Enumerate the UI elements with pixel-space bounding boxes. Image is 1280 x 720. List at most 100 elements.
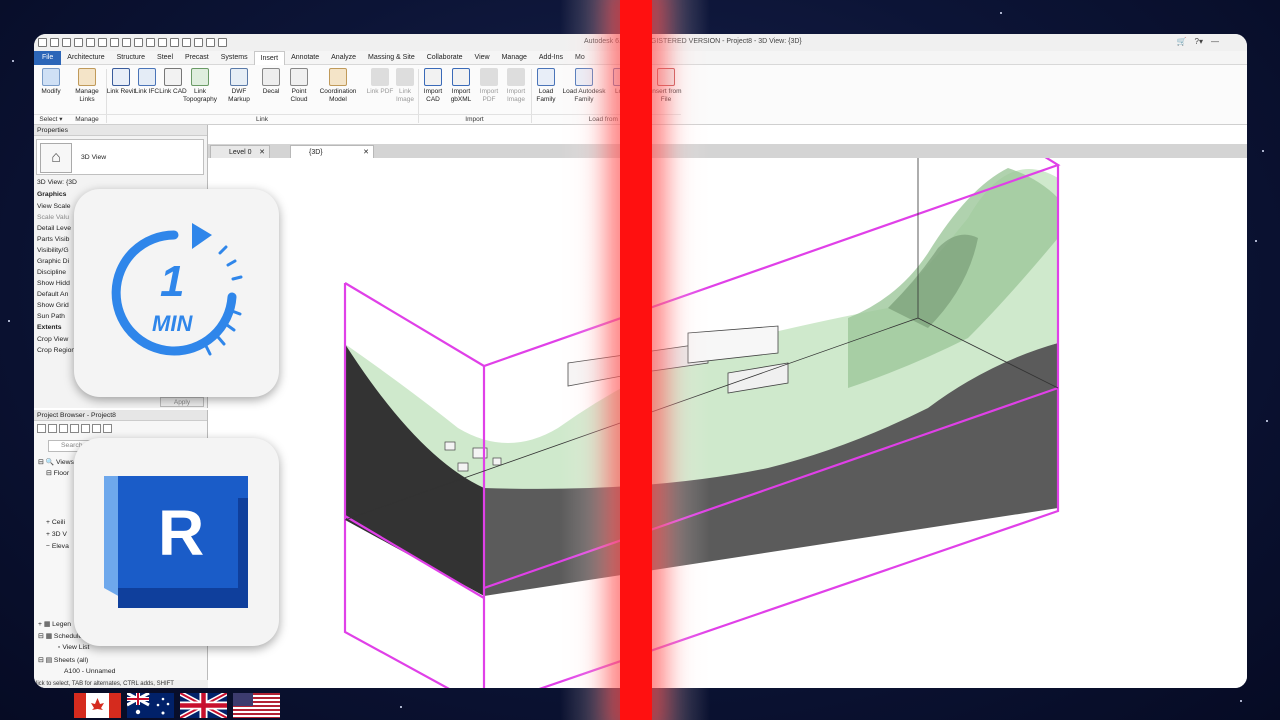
insert-file-icon bbox=[657, 68, 675, 86]
groups-icon[interactable] bbox=[92, 424, 101, 433]
decal-icon bbox=[262, 68, 280, 86]
tab-systems[interactable]: Systems bbox=[215, 51, 254, 65]
manage-links-button[interactable]: Manage Links bbox=[70, 68, 104, 104]
tab-insert[interactable]: Insert bbox=[253, 50, 286, 65]
links-icon[interactable] bbox=[103, 424, 112, 433]
star bbox=[1240, 700, 1242, 702]
import-cad-button[interactable]: Import CAD bbox=[418, 68, 448, 104]
point-cloud-button[interactable]: Point Cloud bbox=[284, 68, 314, 104]
link-image-button[interactable]: Link Image bbox=[390, 68, 420, 104]
prop-row[interactable]: Parts Visib bbox=[37, 236, 69, 243]
tab-massing-site[interactable]: Massing & Site bbox=[362, 51, 421, 65]
link-topography-label: Link Topography bbox=[183, 88, 217, 103]
print-icon[interactable] bbox=[110, 38, 119, 47]
coordination-model-button[interactable]: Coordination Model bbox=[316, 68, 360, 104]
type-selector[interactable]: ⌂ 3D View bbox=[36, 139, 204, 175]
tab-file[interactable]: File bbox=[34, 50, 62, 65]
prop-row[interactable]: Default An bbox=[37, 291, 68, 298]
section-icon[interactable] bbox=[182, 38, 191, 47]
apply-button[interactable]: Apply bbox=[160, 397, 204, 407]
tree-item-views[interactable]: ⊟ 🔍 Views bbox=[38, 458, 74, 466]
tab-view[interactable]: View bbox=[469, 51, 496, 65]
schedules-icon[interactable] bbox=[70, 424, 79, 433]
tree-item-3d-views[interactable]: + 3D V bbox=[46, 531, 67, 538]
prop-row[interactable]: Show Grid bbox=[37, 302, 69, 309]
tree-item-sheets[interactable]: ⊟ ▤ Sheets (all) bbox=[38, 656, 88, 664]
prop-row[interactable]: Scale Valu bbox=[37, 214, 69, 221]
tree-item-elevations[interactable]: − Eleva bbox=[46, 543, 69, 550]
home-icon[interactable] bbox=[38, 38, 47, 47]
close-hidden-icon[interactable] bbox=[206, 38, 215, 47]
views-icon[interactable] bbox=[48, 424, 57, 433]
3d-view-icon[interactable] bbox=[170, 38, 179, 47]
star bbox=[1000, 12, 1002, 14]
link-revit-label: Link Revit bbox=[106, 88, 136, 95]
prop-row[interactable]: Visibility/G bbox=[37, 247, 69, 254]
thin-lines-icon[interactable] bbox=[194, 38, 203, 47]
tree-item-label: Sheets (all) bbox=[53, 657, 89, 664]
star bbox=[1255, 240, 1257, 242]
tab-add-ins[interactable]: Add-Ins bbox=[533, 51, 569, 65]
cart-icon[interactable]: 🛒 bbox=[1177, 37, 1187, 46]
tree-item-ceiling[interactable]: + Ceili bbox=[46, 519, 65, 526]
prop-row[interactable]: Crop View bbox=[37, 336, 68, 343]
prop-row[interactable]: Discipline bbox=[37, 269, 66, 276]
revit-logo-tile: R bbox=[74, 438, 279, 646]
star bbox=[1262, 150, 1264, 152]
load-family-button[interactable]: Load Family bbox=[531, 68, 561, 104]
tab-manage[interactable]: Manage bbox=[496, 51, 533, 65]
switch-windows-icon[interactable] bbox=[218, 38, 227, 47]
tab-structure[interactable]: Structure bbox=[111, 51, 151, 65]
one-minute-badge: 1 MIN bbox=[74, 189, 279, 397]
tab-level-0[interactable]: Level 0 ✕ bbox=[210, 145, 270, 158]
import-image-button[interactable]: Import Image bbox=[501, 68, 531, 104]
undo-icon[interactable] bbox=[86, 38, 95, 47]
tab-modify-truncated[interactable]: Mo bbox=[569, 51, 591, 65]
tab-analyze[interactable]: Analyze bbox=[325, 51, 362, 65]
measure-icon[interactable] bbox=[122, 38, 131, 47]
save-icon[interactable] bbox=[62, 38, 71, 47]
open-icon[interactable] bbox=[50, 38, 59, 47]
small-building bbox=[457, 462, 469, 472]
insert-from-file-button[interactable]: Insert from File bbox=[646, 68, 686, 104]
tag-icon[interactable] bbox=[146, 38, 155, 47]
import-gbxml-button[interactable]: Import gbXML bbox=[446, 68, 476, 104]
link-topography-button[interactable]: Link Topography bbox=[180, 68, 220, 104]
tree-item-label: Floor bbox=[53, 470, 70, 477]
prop-row[interactable]: Detail Leve bbox=[37, 225, 71, 232]
dimension-icon[interactable] bbox=[134, 38, 143, 47]
project-browser-header: Project Browser - Project8 bbox=[34, 410, 207, 421]
dwf-markup-button[interactable]: DWF Markup bbox=[224, 68, 254, 104]
group-select[interactable]: Select ▾ bbox=[34, 114, 68, 124]
tab-steel[interactable]: Steel bbox=[151, 51, 179, 65]
load-autodesk-family-button[interactable]: Load Autodesk Family bbox=[559, 68, 609, 104]
modify-button[interactable]: Modify bbox=[36, 68, 66, 96]
tree-item-legends[interactable]: + ▦ Legen bbox=[38, 620, 71, 628]
home-icon[interactable] bbox=[37, 424, 46, 433]
tree-item-sheet-a100[interactable]: A100 - Unnamed bbox=[64, 668, 115, 675]
families-icon[interactable] bbox=[81, 424, 90, 433]
decal-button[interactable]: Decal bbox=[256, 68, 286, 96]
tab-annotate[interactable]: Annotate bbox=[285, 51, 325, 65]
tab-collaborate[interactable]: Collaborate bbox=[421, 51, 469, 65]
prop-row[interactable]: Show Hidd bbox=[37, 280, 70, 287]
tree-item-label: Ceili bbox=[51, 519, 66, 526]
sync-icon[interactable] bbox=[74, 38, 83, 47]
3d-viewport[interactable] bbox=[208, 158, 1247, 688]
minimize-icon[interactable]: — bbox=[1211, 37, 1219, 46]
link-ifc-label: Link IFC bbox=[134, 88, 160, 95]
prop-row[interactable]: View Scale bbox=[37, 203, 71, 210]
import-pdf-button[interactable]: Import PDF bbox=[474, 68, 504, 104]
tab-3d[interactable]: {3D} ✕ bbox=[290, 145, 374, 158]
help-icon[interactable]: ?▾ bbox=[1195, 37, 1203, 46]
tab-precast[interactable]: Precast bbox=[179, 51, 215, 65]
prop-row[interactable]: Sun Path bbox=[37, 313, 65, 320]
text-icon[interactable] bbox=[158, 38, 167, 47]
instance-selector[interactable]: 3D View: {3D bbox=[37, 179, 77, 186]
tree-item-floor[interactable]: ⊟ Floor bbox=[46, 469, 69, 477]
revit-logo-letter: R bbox=[158, 497, 205, 569]
tab-architecture[interactable]: Architecture bbox=[61, 51, 110, 65]
sheets-icon[interactable] bbox=[59, 424, 68, 433]
redo-icon[interactable] bbox=[98, 38, 107, 47]
prop-row[interactable]: Graphic Di bbox=[37, 258, 69, 265]
